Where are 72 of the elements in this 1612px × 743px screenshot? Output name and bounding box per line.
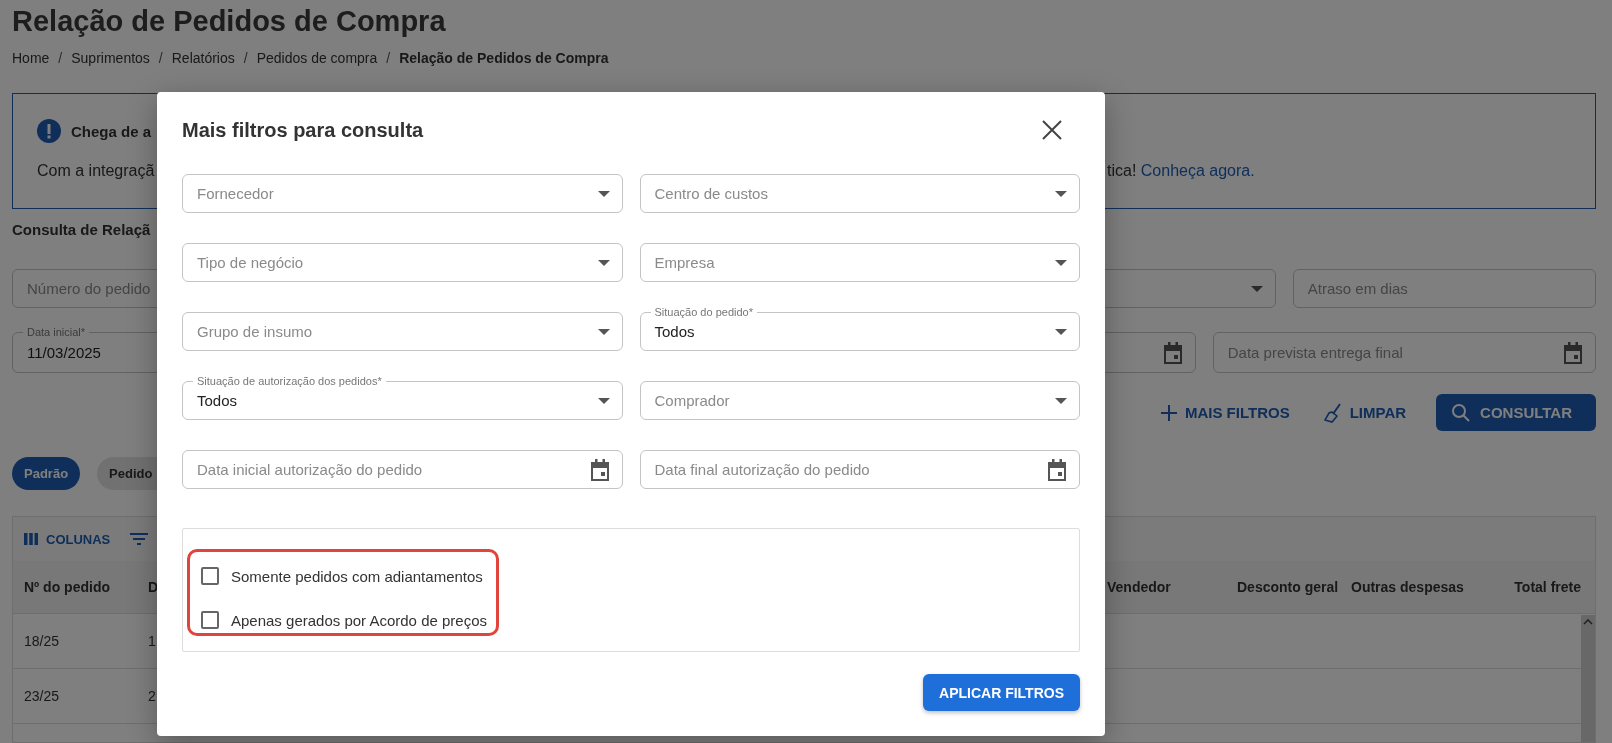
- dropdown-arrow-icon: [1055, 328, 1067, 335]
- field-label: Situação de autorização dos pedidos*: [193, 375, 386, 387]
- dropdown-arrow-icon: [597, 328, 610, 335]
- dropdown-arrow-icon: [1055, 259, 1067, 266]
- dropdown-arrow-icon: [597, 397, 610, 404]
- column-header: Outras despesas: [1351, 579, 1465, 595]
- select-field[interactable]: Centro de custos: [639, 174, 1080, 213]
- dropdown-arrow-icon: [597, 259, 610, 266]
- exclamation-icon: [37, 119, 61, 143]
- view-chip[interactable]: Padrão: [12, 457, 81, 490]
- calendar-icon: [1047, 458, 1067, 481]
- table-cell-text: 18/25: [24, 633, 61, 649]
- banner-link[interactable]: Conheça agora.: [1140, 162, 1255, 179]
- dropdown-arrow-icon: [597, 190, 610, 197]
- select-field[interactable]: Fornecedor: [182, 174, 623, 213]
- table-cell-text: 2: [148, 688, 157, 704]
- dropdown-arrow-icon: [1250, 285, 1263, 292]
- breadcrumb-separator: /: [58, 49, 63, 68]
- scrollbar[interactable]: [1581, 615, 1595, 742]
- checkbox[interactable]: [201, 611, 219, 629]
- select-field[interactable]: Grupo de insumo: [182, 312, 623, 351]
- columns-button[interactable]: COLUNAS: [24, 531, 111, 547]
- breadcrumb-separator: /: [158, 49, 163, 68]
- input-field[interactable]: Atraso em dias: [1292, 269, 1596, 308]
- clear-button[interactable]: LIMPAR: [1319, 394, 1411, 431]
- column-header: Vendedor: [1107, 579, 1172, 595]
- column-header: Desconto geral: [1237, 579, 1337, 595]
- dropdown-arrow-icon: [1055, 397, 1067, 404]
- banner-text: tica!: [1107, 162, 1138, 179]
- breadcrumb-item: Relação de Pedidos de Compra: [399, 49, 609, 68]
- banner-title: Chega de a: [71, 122, 152, 140]
- date-field[interactable]: Data inicial autorização do pedido: [182, 450, 623, 489]
- select-field[interactable]: Tipo de negócio: [182, 243, 623, 282]
- breadcrumb-item[interactable]: Suprimentos: [71, 48, 150, 68]
- checkbox[interactable]: [201, 567, 219, 585]
- column-header: D: [148, 579, 160, 595]
- broom-icon: [1323, 402, 1342, 423]
- filter-icon: [130, 533, 149, 545]
- chevron-up-icon: [1583, 619, 1593, 625]
- date-field[interactable]: Data prevista entrega final: [1212, 332, 1596, 373]
- dialog-title: Mais filtros para consulta: [182, 118, 424, 142]
- table-cell-text: 23/25: [24, 688, 61, 704]
- more-filters-button[interactable]: MAIS FILTROS: [1156, 394, 1294, 431]
- field-label: Situação do pedido*: [650, 306, 757, 318]
- table-cell-text: 1: [148, 633, 157, 649]
- close-button[interactable]: [1040, 118, 1064, 142]
- checkbox-label: Somente pedidos com adiantamentos: [231, 567, 483, 585]
- banner-text: Com a integraçã: [37, 161, 156, 181]
- breadcrumb-separator: /: [243, 49, 248, 68]
- select-field[interactable]: Empresa: [639, 243, 1080, 282]
- dropdown-arrow-icon: [1055, 190, 1067, 197]
- apply-filters-button[interactable]: APLICAR FILTROS: [923, 674, 1080, 711]
- columns-icon: [24, 533, 38, 545]
- calendar-icon: [1162, 341, 1183, 364]
- select-field[interactable]: Comprador: [639, 381, 1080, 420]
- breadcrumb-item[interactable]: Relatórios: [171, 48, 235, 68]
- breadcrumb-item[interactable]: Home: [12, 48, 50, 68]
- date-field[interactable]: Data final autorização do pedido: [639, 450, 1080, 489]
- calendar-icon: [1563, 341, 1583, 364]
- column-header: Total frete: [1513, 579, 1581, 595]
- breadcrumb-item[interactable]: Pedidos de compra: [256, 48, 378, 68]
- plus-icon: [1160, 404, 1177, 421]
- checkbox-label: Apenas gerados por Acordo de preços: [231, 611, 487, 629]
- page-title: Relação de Pedidos de Compra: [12, 4, 447, 38]
- breadcrumb-separator: /: [386, 49, 391, 68]
- column-header: Nº do pedido: [24, 579, 111, 595]
- search-icon: [1452, 403, 1471, 422]
- field-label: Data inicial*: [23, 326, 90, 338]
- filter-button[interactable]: [130, 533, 149, 545]
- section-title: Consulta de Relaçã: [12, 221, 152, 239]
- calendar-icon: [589, 458, 610, 481]
- search-button[interactable]: CONSULTAR: [1436, 394, 1596, 431]
